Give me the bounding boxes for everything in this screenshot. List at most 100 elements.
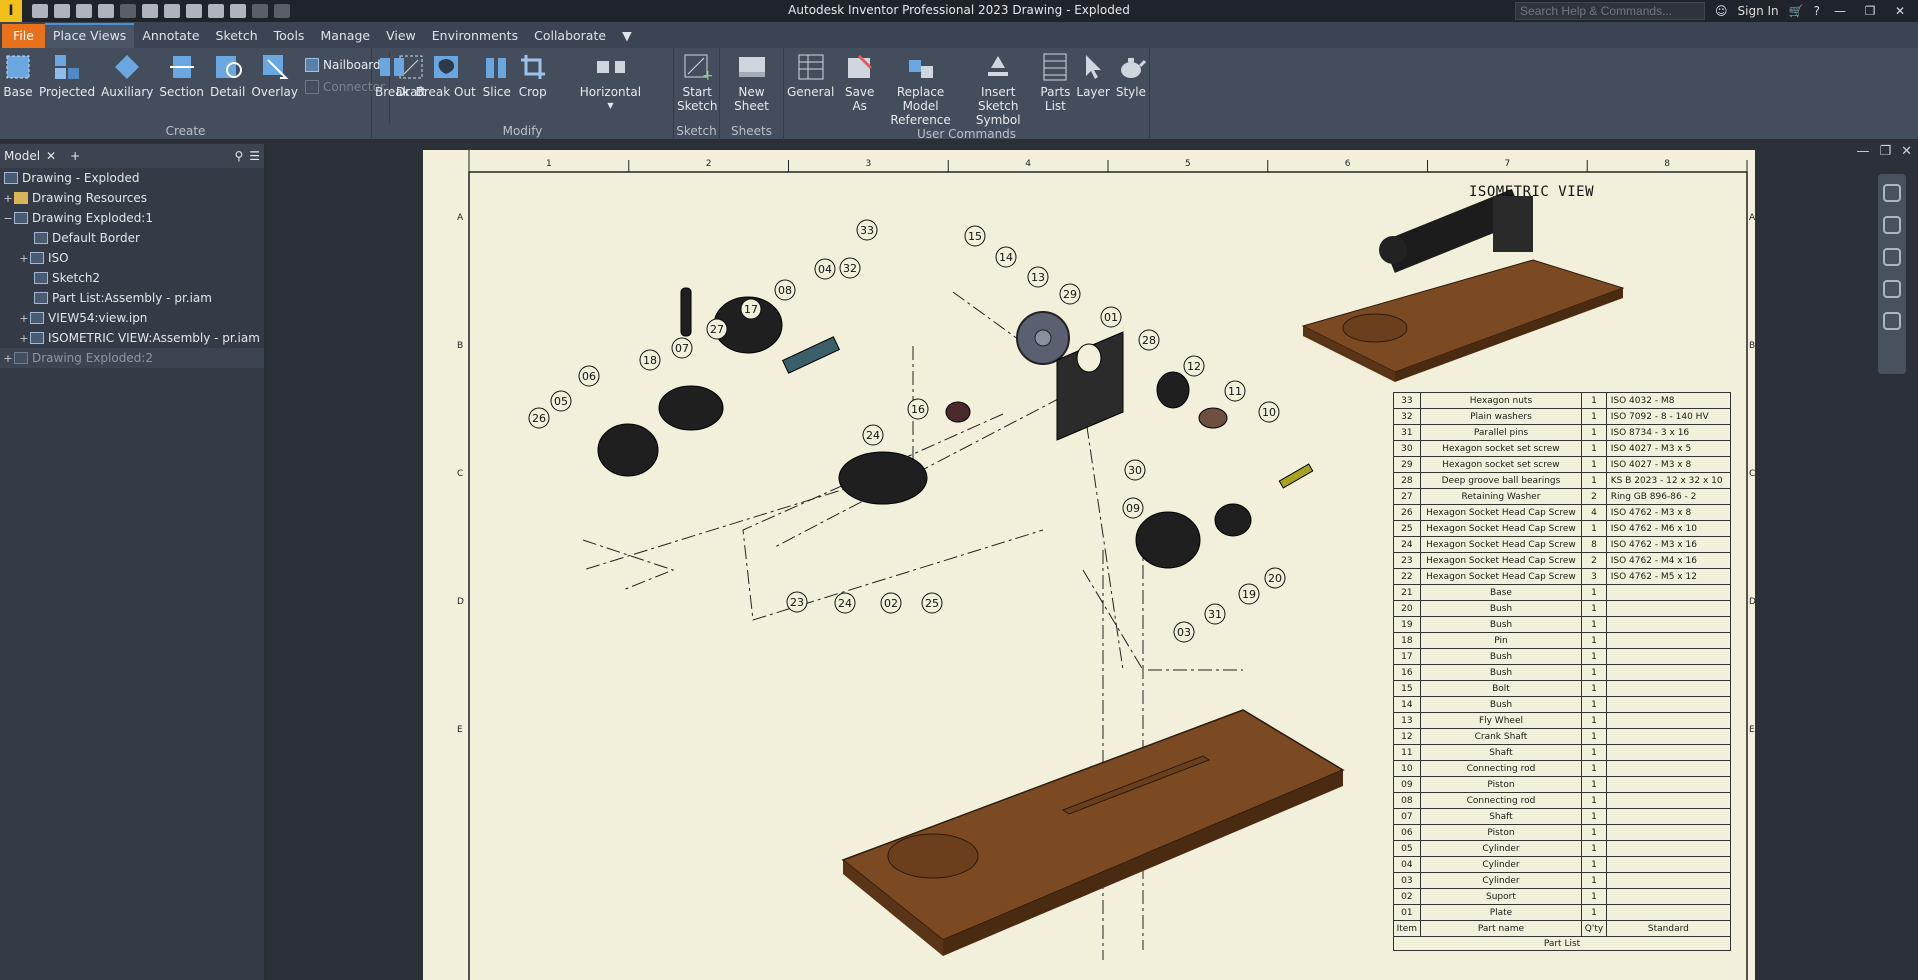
cylinder-05 [597,423,659,477]
graphics-canvas[interactable]: 12345678 AABBCCDDEE 33 32 15 14 13 29 04… [266,144,1918,980]
parts-list-tree-icon [34,292,48,304]
tab-sketch[interactable]: Sketch [208,25,266,48]
auxiliary-view-button[interactable]: Auxiliary [98,52,156,124]
app-logo-icon[interactable]: I [0,0,22,22]
general-table-button[interactable]: General [784,52,837,127]
tree-item-default-border[interactable]: Default Border [0,228,264,248]
column-zone-label: 2 [706,159,712,169]
parts-list-cell-name: Shaft [1419,744,1583,761]
parts-list-cell-standard [1605,792,1732,809]
tab-collaborate[interactable]: Collaborate [526,25,614,48]
measure-icon[interactable] [230,4,246,18]
restore-canvas-icon[interactable]: ❐ [1879,144,1891,159]
open-icon[interactable] [54,4,70,18]
create-group-label: Create [165,124,206,138]
base-view-button[interactable]: Base [0,52,36,124]
parts-list-table[interactable]: 33 Hexagon nuts 1 ISO 4032 - M8 32 Plain wash… [1393,392,1732,951]
tree-item-sheet-2[interactable]: + Drawing Exploded:2 [0,348,264,368]
steering-wheel-icon[interactable] [1883,184,1901,202]
iso-base-pocket [1342,313,1408,343]
tree-item-drawing-resources[interactable]: + Drawing Resources [0,188,264,208]
parts-list-cell-standard: ISO 4027 - M3 x 8 [1605,456,1732,473]
tree-item-isometric-view[interactable]: + ISOMETRIC VIEW:Assembly - pr.iam [0,328,264,348]
undo-icon[interactable] [98,4,114,18]
save-as-button[interactable]: Save As [837,52,882,127]
tab-view[interactable]: View [378,25,424,48]
parts-list-cell-qty: 1 [1581,648,1607,665]
print-icon[interactable] [164,4,180,18]
parts-list-cell-standard [1605,856,1732,873]
horizontal-align-button[interactable]: Horizontal ▼ [577,52,644,124]
new-file-icon[interactable] [32,4,48,18]
crop-button[interactable]: Crop [515,52,551,124]
tab-environments[interactable]: Environments [424,25,526,48]
balloon-number: 18 [643,354,657,367]
new-sheet-button[interactable]: New Sheet [720,52,783,124]
close-browser-tab-icon[interactable]: ✕ [46,149,56,163]
parts-list-cell-item: 25 [1393,520,1421,537]
tree-item-drawing[interactable]: Drawing - Exploded [0,168,264,188]
pan-icon[interactable] [1883,216,1901,234]
ribbon-options-icon[interactable]: ▼ [614,25,640,48]
replace-model-reference-button[interactable]: Replace Model Reference [882,52,959,127]
overlay-view-button[interactable]: Overlay [248,52,301,124]
tab-file[interactable]: File [2,24,45,48]
tree-item-view54[interactable]: + VIEW54:view.ipn [0,308,264,328]
menu-icon[interactable]: ☰ [249,149,260,163]
parts-list-cell-item: 27 [1393,488,1421,505]
tab-tools[interactable]: Tools [266,25,313,48]
parts-list-cell-name: Bush [1419,664,1583,681]
parts-list-cell-standard [1605,904,1732,921]
save-as-icon [845,52,875,82]
parts-list-button[interactable]: Parts List [1037,52,1073,127]
appearance-icon[interactable] [186,4,202,18]
help-search-input[interactable] [1515,2,1706,20]
tab-manage[interactable]: Manage [312,25,378,48]
tree-item-iso[interactable]: + ISO [0,248,264,268]
zoom-all-icon[interactable] [1883,312,1901,330]
column-zone-label: 7 [1505,159,1511,169]
style-button[interactable]: Style [1113,52,1149,127]
tab-annotate[interactable]: Annotate [134,25,207,48]
customize-icon[interactable] [274,4,290,18]
balloon-number: 23 [790,596,804,609]
break-out-button[interactable]: Break Out [413,52,479,124]
zoom-icon[interactable] [1883,248,1901,266]
tree-item-sheet-1[interactable]: − Drawing Exploded:1 [0,208,264,228]
section-view-button[interactable]: Section [156,52,207,124]
break-button[interactable]: Break [372,52,413,124]
close-canvas-icon[interactable]: ✕ [1901,144,1912,159]
sketch-icon [34,272,48,284]
browser-header: Model ✕ + ⚲ ☰ [0,144,264,168]
parts-list-cell-item: 10 [1393,760,1421,777]
restore-icon[interactable]: ❐ [1860,4,1880,18]
slice-button[interactable]: Slice [479,52,515,124]
home-icon[interactable] [142,4,158,18]
tree-item-sketch2[interactable]: Sketch2 [0,268,264,288]
insert-sketch-symbol-button[interactable]: Insert Sketch Symbol [959,52,1037,127]
close-icon[interactable]: ✕ [1890,4,1910,18]
tab-place-views[interactable]: Place Views [44,23,135,48]
parts-list-cell-qty: 8 [1581,536,1607,553]
save-icon[interactable] [76,4,92,18]
sign-in-link[interactable]: Sign In [1738,4,1779,18]
cart-icon[interactable]: 🛒 [1789,4,1804,18]
minimize-icon[interactable]: — [1830,4,1850,18]
layer-button[interactable]: Layer [1073,52,1112,127]
projected-view-button[interactable]: Projected [36,52,98,124]
add-tab-icon[interactable]: + [70,149,80,163]
user-commands-group-label: User Commands [916,127,1017,141]
row-zone-label: B [457,341,463,351]
redo-icon[interactable] [120,4,136,18]
zoom-window-icon[interactable] [1883,280,1901,298]
plus-icon[interactable] [252,4,268,18]
tree-item-part-list[interactable]: Part List:Assembly - pr.iam [0,288,264,308]
browser-tab-model[interactable]: Model [4,149,40,163]
update-icon[interactable] [208,4,224,18]
detail-view-button[interactable]: Detail [207,52,248,124]
help-icon[interactable]: ? [1814,4,1820,18]
minimize-canvas-icon[interactable]: — [1856,144,1869,159]
search-icon[interactable]: ⚲ [234,149,243,163]
start-sketch-button[interactable]: + Start Sketch [674,52,720,124]
title-bar: I Autodesk Inventor Professional 2023 Dr… [0,0,1918,22]
